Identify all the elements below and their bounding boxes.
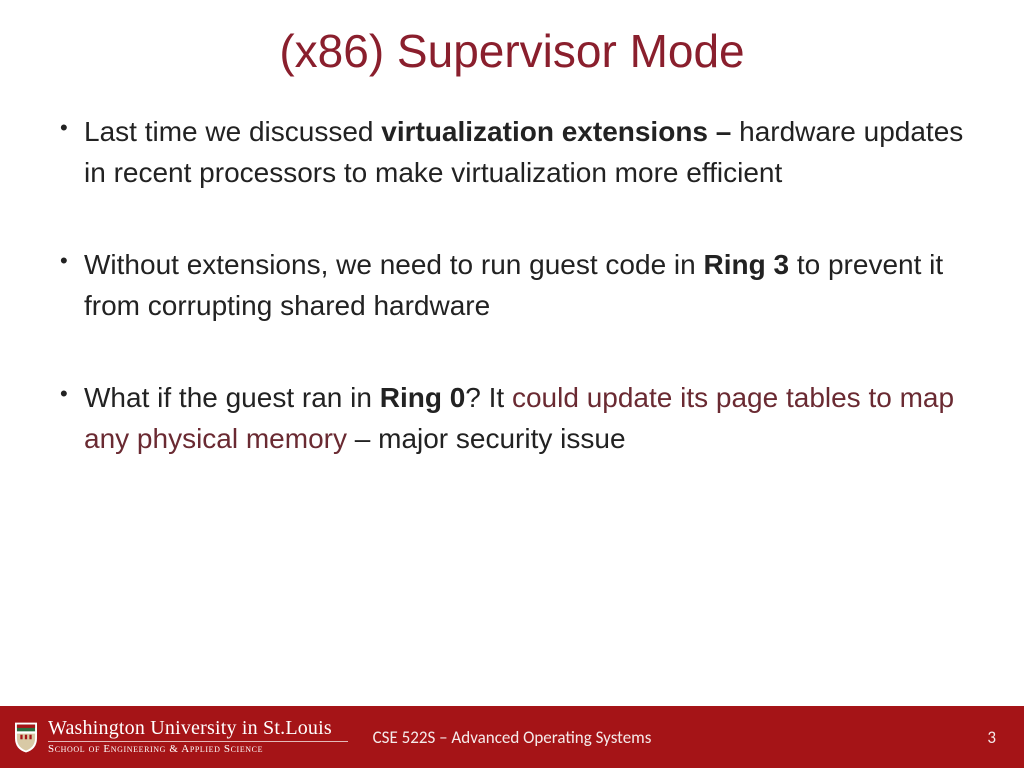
brand-text: Washington University in St.Louis School… [48, 718, 348, 756]
bullet-list: Last time we discussed virtualization ex… [54, 112, 980, 460]
slide: (x86) Supervisor Mode Last time we discu… [0, 0, 1024, 768]
bullet-bold: virtualization extensions – [381, 116, 739, 147]
university-shield-icon [12, 720, 40, 754]
branding: Washington University in St.Louis School… [12, 706, 348, 768]
slide-footer: Washington University in St.Louis School… [0, 706, 1024, 768]
brand-divider [48, 741, 348, 742]
bullet-bold: Ring 3 [704, 249, 790, 280]
bullet-text: ? It [465, 382, 512, 413]
bullet-text: Last time we discussed [84, 116, 381, 147]
page-number: 3 [987, 727, 996, 748]
slide-content: Last time we discussed virtualization ex… [0, 112, 1024, 706]
school-name: School of Engineering & Applied Science [48, 744, 348, 756]
bullet-item: Without extensions, we need to run guest… [54, 245, 980, 326]
bullet-item: What if the guest ran in Ring 0? It coul… [54, 378, 980, 459]
slide-title: (x86) Supervisor Mode [0, 24, 1024, 78]
bullet-text: – major security issue [347, 423, 626, 454]
bullet-text: Without extensions, we need to run guest… [84, 249, 704, 280]
bullet-bold: Ring 0 [380, 382, 466, 413]
bullet-item: Last time we discussed virtualization ex… [54, 112, 980, 193]
university-name: Washington University in St.Louis [48, 718, 348, 739]
bullet-text: What if the guest ran in [84, 382, 380, 413]
